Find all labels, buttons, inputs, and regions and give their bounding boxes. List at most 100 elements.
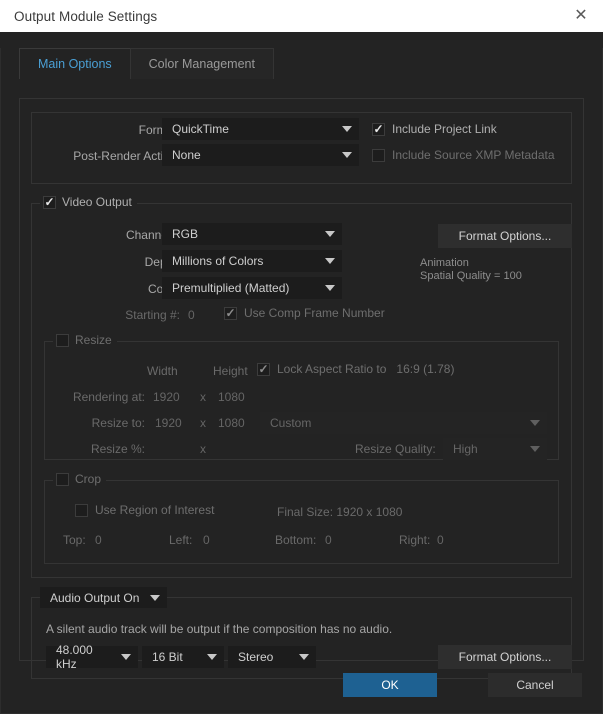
format-select-value: QuickTime <box>172 122 229 136</box>
video-format-options-button[interactable]: Format Options... <box>438 224 572 248</box>
include-source-xmp-label: Include Source XMP Metadata <box>392 148 555 162</box>
crop-left-value[interactable]: 0 <box>203 533 210 547</box>
format-select[interactable]: QuickTime <box>162 118 359 140</box>
chevron-down-icon <box>325 258 335 264</box>
lock-aspect-ratio-value: 16:9 (1.78) <box>396 362 455 376</box>
audio-output-legend[interactable]: Audio Output On <box>40 587 167 608</box>
resize-width-header: Width <box>147 364 178 378</box>
tab-main-options-label: Main Options <box>38 57 112 71</box>
resize-to-label: Resize to: <box>91 416 145 430</box>
resize-percent-label: Resize %: <box>90 442 145 456</box>
chevron-down-icon <box>150 594 160 601</box>
depth-select[interactable]: Millions of Colors <box>162 250 342 272</box>
chevron-down-icon <box>342 152 352 158</box>
include-source-xmp-checkbox[interactable]: Include Source XMP Metadata <box>372 148 555 162</box>
video-output-label: Video Output <box>62 195 132 209</box>
video-output-checkbox[interactable]: ✓ <box>43 194 56 209</box>
chevron-down-icon <box>530 420 540 426</box>
include-project-link-label: Include Project Link <box>392 122 497 136</box>
checkbox-box[interactable]: ✓ <box>372 121 385 136</box>
audio-output-select[interactable]: Audio Output On <box>40 587 167 608</box>
output-module-settings-dialog: Main Options Color Management Format: Qu… <box>0 48 603 714</box>
cancel-button[interactable]: Cancel <box>488 673 582 697</box>
chevron-down-icon <box>121 654 131 660</box>
crop-right-value[interactable]: 0 <box>437 533 444 547</box>
check-icon: ✓ <box>258 361 269 376</box>
crop-top-label: Top: <box>63 533 86 547</box>
resize-preset-value: Custom <box>270 416 312 430</box>
rendering-at-x: x <box>200 390 206 404</box>
starting-number-label: Starting #: <box>125 308 180 322</box>
tab-main-options[interactable]: Main Options <box>19 48 131 79</box>
depth-select-value: Millions of Colors <box>172 254 264 268</box>
use-comp-frame-number-checkbox[interactable]: ✓ Use Comp Frame Number <box>224 306 385 320</box>
checkbox-box[interactable]: ✓ <box>224 305 237 320</box>
checkbox-box[interactable] <box>372 148 385 162</box>
resize-to-x: x <box>200 416 206 430</box>
channels-select[interactable]: RGB <box>162 223 342 245</box>
rendering-at-height: 1080 <box>218 390 245 404</box>
video-output-legend[interactable]: ✓ Video Output <box>40 195 137 209</box>
window-title: Output Module Settings <box>14 8 158 24</box>
crop-top-value[interactable]: 0 <box>95 533 102 547</box>
tab-bar: Main Options Color Management <box>19 48 602 79</box>
final-size-text: Final Size: 1920 x 1080 <box>277 505 403 519</box>
rendering-at-label: Rendering at: <box>72 390 145 404</box>
codec-name: Animation <box>420 257 469 269</box>
rendering-at-width: 1920 <box>153 390 180 404</box>
resize-quality-label: Resize Quality: <box>355 442 436 456</box>
crop-legend[interactable]: Crop <box>53 472 107 486</box>
crop-bottom-value[interactable]: 0 <box>325 533 332 547</box>
use-region-of-interest-label: Use Region of Interest <box>95 503 215 517</box>
crop-bottom-label: Bottom: <box>275 533 317 547</box>
resize-label: Resize <box>75 333 112 347</box>
chevron-down-icon <box>325 231 335 237</box>
crop-right-label: Right: <box>399 533 431 547</box>
post-render-action-value: None <box>172 148 201 162</box>
resize-quality-select[interactable]: High <box>443 438 547 460</box>
lock-aspect-ratio-checkbox[interactable]: ✓ Lock Aspect Ratio to 16:9 (1.78) <box>257 362 454 376</box>
tab-color-management-label: Color Management <box>148 57 255 71</box>
resize-height-header: Height <box>213 364 248 378</box>
close-icon[interactable]: ✕ <box>559 0 603 32</box>
tab-color-management[interactable]: Color Management <box>129 48 274 79</box>
resize-legend[interactable]: Resize <box>53 333 117 347</box>
dialog-footer: OK Cancel <box>1 661 602 713</box>
checkbox-box[interactable] <box>75 503 88 517</box>
chevron-down-icon <box>530 446 540 452</box>
resize-to-height[interactable]: 1080 <box>218 416 245 430</box>
resize-checkbox[interactable] <box>56 333 69 347</box>
check-icon: ✓ <box>373 121 384 136</box>
video-output-group: ✓ Video Output Channels: RGB Depth: Mill… <box>31 195 572 578</box>
ok-button[interactable]: OK <box>343 673 437 697</box>
use-region-of-interest-checkbox[interactable]: Use Region of Interest <box>75 503 214 517</box>
checkbox-box[interactable]: ✓ <box>257 361 270 376</box>
check-icon: ✓ <box>44 194 55 209</box>
crop-checkbox[interactable] <box>56 472 69 486</box>
main-options-panel: Format: QuickTime Post-Render Action: No… <box>19 98 584 679</box>
resize-group: Resize Width Height ✓ Lock Aspect Ratio … <box>44 333 559 460</box>
post-render-action-select[interactable]: None <box>162 144 359 166</box>
audio-output-value: Audio Output On <box>50 590 140 605</box>
check-icon: ✓ <box>225 305 236 320</box>
resize-preset-select[interactable]: Custom <box>260 412 547 434</box>
format-group: Format: QuickTime Post-Render Action: No… <box>31 112 572 184</box>
resize-to-width[interactable]: 1920 <box>155 416 182 430</box>
chevron-down-icon <box>342 126 352 132</box>
chevron-down-icon <box>207 654 217 660</box>
crop-group: Crop Use Region of Interest Final Size: … <box>44 472 559 564</box>
color-select-value: Premultiplied (Matted) <box>172 281 290 295</box>
audio-note: A silent audio track will be output if t… <box>46 622 393 636</box>
include-project-link-checkbox[interactable]: ✓ Include Project Link <box>372 122 497 136</box>
window-titlebar: Output Module Settings ✕ <box>0 0 603 32</box>
starting-number-value[interactable]: 0 <box>188 308 195 322</box>
channels-select-value: RGB <box>172 227 199 241</box>
resize-quality-value: High <box>453 442 478 456</box>
chevron-down-icon <box>325 285 335 291</box>
crop-left-label: Left: <box>169 533 193 547</box>
lock-aspect-ratio-label: Lock Aspect Ratio to <box>277 362 387 376</box>
chevron-down-icon <box>299 654 309 660</box>
codec-quality: Spatial Quality = 100 <box>420 270 522 282</box>
color-select[interactable]: Premultiplied (Matted) <box>162 277 342 299</box>
use-comp-frame-number-label: Use Comp Frame Number <box>244 306 385 320</box>
